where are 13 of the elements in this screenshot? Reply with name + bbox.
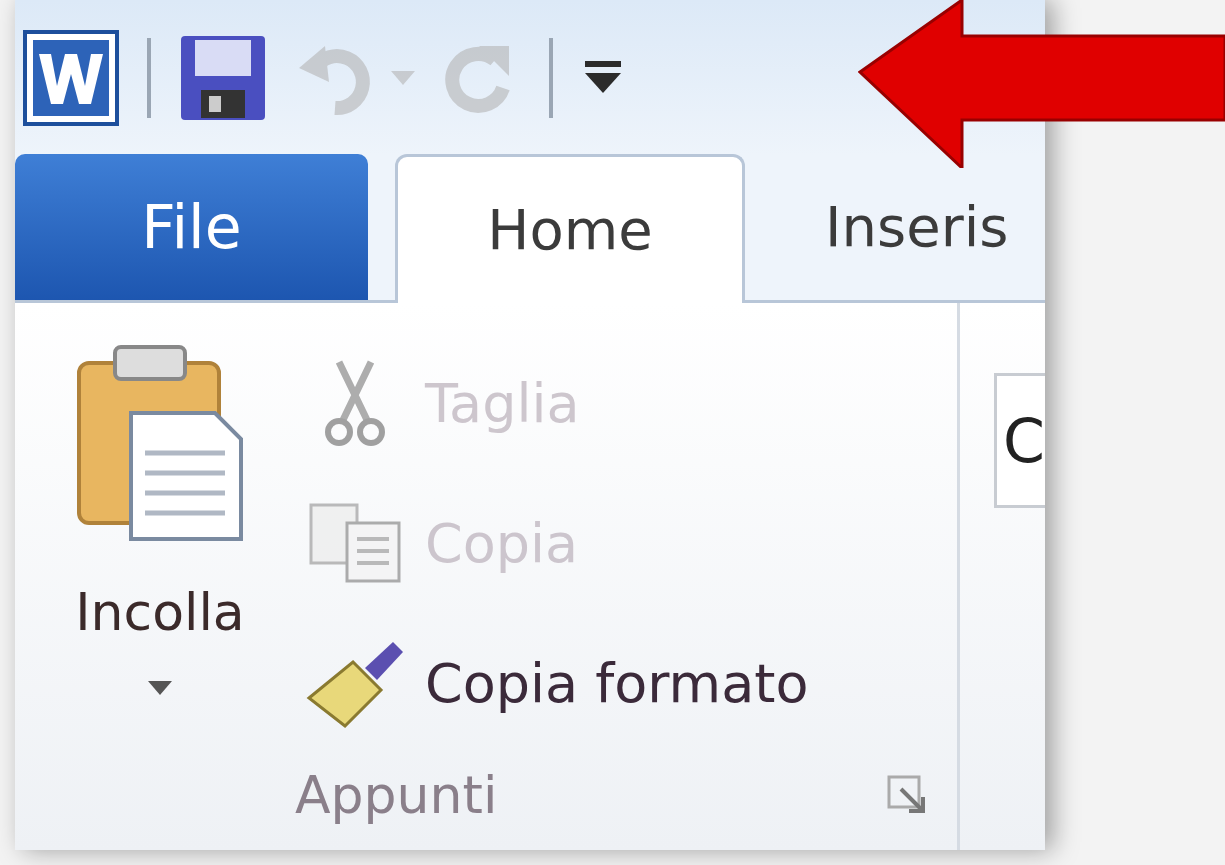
group-label: Appunti bbox=[295, 764, 498, 827]
ribbon-command[interactable]: Copia formato bbox=[305, 627, 809, 739]
file-tab[interactable]: File bbox=[15, 154, 368, 300]
paste-button[interactable]: Incolla bbox=[15, 343, 305, 740]
font-name-field[interactable]: C bbox=[994, 373, 1045, 508]
clipboard-icon bbox=[75, 343, 245, 543]
copy-documents-icon bbox=[307, 503, 403, 583]
scissors-icon bbox=[323, 358, 387, 448]
ribbon-tab[interactable]: Inseris bbox=[815, 154, 1019, 300]
dialog-launcher-icon[interactable] bbox=[887, 775, 927, 815]
ribbon-tab[interactable]: Home bbox=[395, 154, 745, 303]
caret-icon bbox=[148, 681, 172, 695]
word-logo-icon[interactable] bbox=[23, 29, 119, 126]
